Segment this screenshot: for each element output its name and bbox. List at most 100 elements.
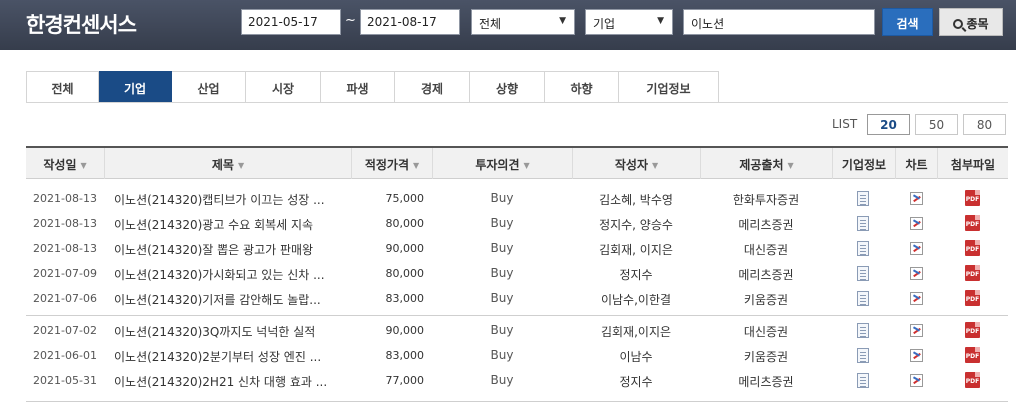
- report-title-link[interactable]: 이노션(214320)기저를 감안해도 놀랍...: [104, 286, 351, 311]
- report-author: 이남수,이한결: [600, 293, 672, 307]
- pdf-icon[interactable]: PDF: [965, 265, 980, 281]
- report-date: 2021-08-13: [33, 217, 97, 230]
- chart-icon[interactable]: [910, 267, 923, 280]
- report-source: 메리츠증권: [738, 375, 794, 389]
- top-header: 한경컨센서스 2021-05-17 ~ 2021-08-17 전체 ▼ 기업 ▼…: [0, 0, 1016, 50]
- investment-opinion: Buy: [490, 266, 514, 280]
- col-price-header[interactable]: 적정가격 ▼: [351, 148, 432, 179]
- report-title-link[interactable]: 이노션(214320)광고 수요 회복세 지속: [104, 211, 351, 236]
- category-select[interactable]: 전체 ▼: [471, 9, 575, 35]
- chart-icon[interactable]: [910, 324, 923, 337]
- col-opinion-header[interactable]: 투자의견 ▼: [432, 148, 572, 179]
- company-info-icon[interactable]: [857, 266, 869, 281]
- company-info-icon[interactable]: [857, 323, 869, 338]
- table-row: 2021-08-13 이노션(214320)광고 수요 회복세 지속 80,000 B…: [26, 211, 1008, 236]
- chart-icon[interactable]: [910, 192, 923, 205]
- report-title-link[interactable]: 이노션(214320)가시화되고 있는 신차 ...: [104, 261, 351, 286]
- sort-down-icon: ▼: [80, 161, 87, 170]
- pdf-icon[interactable]: PDF: [965, 190, 980, 206]
- category-tabs: 전체 기업 산업 시장 파생 경제 상향 하향 기업정보: [26, 71, 719, 103]
- report-title-link[interactable]: 이노션(214320)캡티브가 이끄는 성장 ...: [104, 186, 351, 211]
- col-source-header[interactable]: 제공출처 ▼: [700, 148, 832, 179]
- report-type-select-value: 기업: [593, 17, 616, 31]
- target-price: 80,000: [385, 267, 425, 280]
- tab-company[interactable]: 기업: [99, 71, 172, 103]
- tab-company-info[interactable]: 기업정보: [619, 71, 719, 103]
- investment-opinion: Buy: [490, 323, 514, 337]
- company-info-icon[interactable]: [857, 348, 869, 363]
- chart-icon[interactable]: [910, 374, 923, 387]
- stock-search-label: 종목: [966, 17, 989, 31]
- caret-down-icon: ▼: [657, 16, 664, 26]
- tab-upgrade[interactable]: 상향: [470, 71, 545, 103]
- pdf-icon[interactable]: PDF: [965, 347, 980, 363]
- company-info-icon[interactable]: [857, 373, 869, 388]
- pdf-icon[interactable]: PDF: [965, 322, 980, 338]
- stock-search-button[interactable]: 종목: [939, 8, 1003, 36]
- chart-icon[interactable]: [910, 349, 923, 362]
- tab-all[interactable]: 전체: [26, 71, 99, 103]
- col-attachment-header: 첨부파일: [937, 148, 1008, 179]
- chart-icon[interactable]: [910, 242, 923, 255]
- sort-down-icon: ▼: [651, 161, 659, 170]
- report-source: 대신증권: [743, 325, 789, 339]
- pdf-icon[interactable]: PDF: [965, 290, 980, 306]
- date-from-input[interactable]: 2021-05-17: [241, 9, 341, 35]
- category-select-value: 전체: [479, 17, 502, 31]
- investment-opinion: Buy: [490, 241, 514, 255]
- tab-downgrade[interactable]: 하향: [545, 71, 619, 103]
- chart-icon[interactable]: [910, 217, 923, 230]
- table-header: 작성일 ▼ 제목 ▼ 적정가격 ▼ 투자의견 ▼ 작성자 ▼ 제공출처 ▼ 기업정보 차트 …: [26, 146, 1008, 179]
- target-price: 77,000: [385, 374, 425, 387]
- table-bottom-border: [26, 401, 1008, 402]
- search-icon: [953, 19, 964, 29]
- tab-market[interactable]: 시장: [246, 71, 321, 103]
- investment-opinion: Buy: [490, 191, 514, 205]
- report-source: 대신증권: [743, 243, 789, 257]
- chart-icon[interactable]: [910, 292, 923, 305]
- list-size-50-button[interactable]: 50: [915, 114, 958, 135]
- report-title-link[interactable]: 이노션(214320)2분기부터 성장 엔진 ...: [104, 343, 351, 368]
- report-author: 정지수: [619, 375, 653, 389]
- col-company-info-header: 기업정보: [832, 148, 895, 179]
- tab-industry[interactable]: 산업: [172, 71, 246, 103]
- report-title-link[interactable]: 이노션(214320)3Q까지도 넉넉한 실적: [104, 318, 351, 343]
- list-size-20-button[interactable]: 20: [867, 114, 910, 135]
- table-row: 2021-08-13 이노션(214320)캡티브가 이끄는 성장 ... 75,0…: [26, 186, 1008, 211]
- search-input[interactable]: 이노션: [683, 9, 875, 35]
- site-logo[interactable]: 한경컨센서스: [26, 9, 137, 39]
- col-date-header[interactable]: 작성일 ▼: [26, 148, 104, 179]
- tab-derivatives[interactable]: 파생: [321, 71, 395, 103]
- company-info-icon[interactable]: [857, 191, 869, 206]
- report-author: 김소혜, 박수영: [599, 193, 673, 207]
- report-title-link[interactable]: 이노션(214320)2H21 신차 대행 효과 ...: [104, 368, 351, 393]
- table-row: 2021-06-01 이노션(214320)2분기부터 성장 엔진 ... 83,0…: [26, 343, 1008, 368]
- report-date: 2021-07-02: [33, 324, 97, 337]
- target-price: 83,000: [385, 349, 425, 362]
- company-info-icon[interactable]: [857, 241, 869, 256]
- report-source: 키움증권: [743, 293, 789, 307]
- date-range-separator: ~: [345, 13, 356, 28]
- report-date: 2021-06-01: [33, 349, 97, 362]
- company-info-icon[interactable]: [857, 291, 869, 306]
- company-info-icon[interactable]: [857, 216, 869, 231]
- target-price: 90,000: [385, 242, 425, 255]
- report-date: 2021-07-06: [33, 292, 97, 305]
- col-chart-header: 차트: [895, 148, 937, 179]
- col-title-header[interactable]: 제목 ▼: [104, 148, 351, 179]
- list-size-80-button[interactable]: 80: [963, 114, 1006, 135]
- col-author-header[interactable]: 작성자 ▼: [572, 148, 700, 179]
- table-row: 2021-05-31 이노션(214320)2H21 신차 대행 효과 ... 77…: [26, 368, 1008, 393]
- pdf-icon[interactable]: PDF: [965, 215, 980, 231]
- pdf-icon[interactable]: PDF: [965, 240, 980, 256]
- date-to-input[interactable]: 2021-08-17: [360, 9, 460, 35]
- report-author: 정지수, 양승수: [599, 218, 673, 232]
- search-button[interactable]: 검색: [882, 8, 933, 36]
- tab-economy[interactable]: 경제: [395, 71, 470, 103]
- report-source: 한화투자증권: [732, 193, 800, 207]
- caret-down-icon: ▼: [559, 16, 566, 26]
- report-title-link[interactable]: 이노션(214320)잘 뽑은 광고가 판매왕: [104, 236, 351, 261]
- report-type-select[interactable]: 기업 ▼: [585, 9, 673, 35]
- pdf-icon[interactable]: PDF: [965, 372, 980, 388]
- report-date: 2021-08-13: [33, 192, 97, 205]
